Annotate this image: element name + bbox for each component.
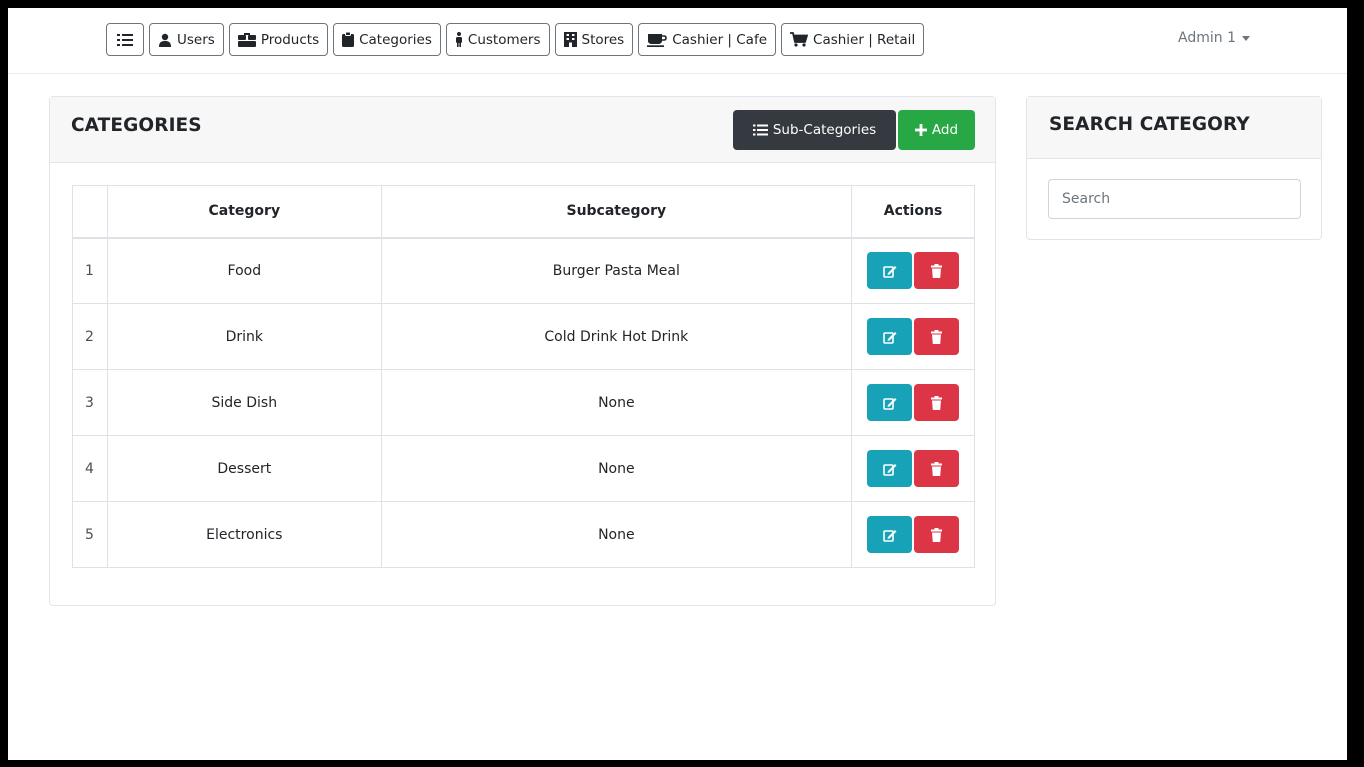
header-actions: Actions — [851, 185, 975, 239]
nav-customers-label: Customers — [467, 31, 541, 48]
admin-label: Admin 1 — [1178, 30, 1236, 46]
row-actions — [851, 435, 975, 502]
sub-categories-button[interactable]: Sub-Categories — [733, 110, 896, 150]
nav-button-group: Users Products Categories Customers Stor… — [106, 23, 925, 56]
nav-users-button[interactable]: Users — [149, 23, 224, 56]
categories-title: CATEGORIES — [71, 115, 202, 136]
box-icon — [237, 32, 256, 47]
row-category: Electronics — [106, 501, 382, 568]
user-icon — [159, 33, 171, 47]
edit-button[interactable] — [867, 450, 913, 487]
nav-categories-label: Categories — [359, 31, 432, 48]
row-actions — [851, 369, 975, 436]
nav-products-button[interactable]: Products — [228, 23, 329, 56]
row-subcategory: None — [380, 435, 853, 502]
row-category: Side Dish — [106, 369, 382, 436]
row-index: 1 — [72, 237, 108, 304]
row-index: 4 — [72, 435, 108, 502]
trash-icon — [931, 329, 943, 344]
cart-icon — [790, 32, 809, 47]
row-action-group — [852, 450, 974, 487]
row-action-group — [852, 384, 974, 421]
clipboard-icon — [342, 32, 355, 47]
table-row: 5 Electronics None — [72, 501, 975, 568]
delete-button[interactable] — [914, 516, 960, 553]
search-category-card: SEARCH CATEGORY — [1026, 96, 1322, 240]
nav-users-label: Users — [177, 31, 215, 48]
nav-cashier-cafe-button[interactable]: Cashier | Cafe — [638, 23, 777, 56]
table-header-row: Category Subcategory Actions — [72, 185, 975, 239]
row-actions — [851, 303, 975, 370]
header-index — [72, 185, 108, 239]
edit-icon — [882, 397, 897, 410]
search-card-header: SEARCH CATEGORY — [1027, 97, 1321, 159]
building-icon — [563, 32, 577, 47]
categories-table: Category Subcategory Actions 1 Food Burger… — [72, 185, 975, 568]
row-subcategory: None — [380, 369, 853, 436]
nav-stores-button[interactable]: Stores — [554, 23, 634, 56]
caret-down-icon — [1241, 35, 1250, 41]
row-category: Food — [106, 237, 382, 304]
plus-icon — [914, 124, 927, 136]
nav-cashier-retail-button[interactable]: Cashier | Retail — [781, 23, 925, 56]
admin-dropdown[interactable]: Admin 1 — [1178, 30, 1250, 46]
edit-icon — [882, 265, 897, 278]
row-actions — [851, 237, 975, 304]
top-navbar: Users Products Categories Customers Stor… — [8, 8, 1347, 74]
table-body: 1 Food Burger Pasta Meal 2 Drink Cold Drink H… — [72, 237, 975, 568]
categories-card-header: CATEGORIES Sub-Categories Add — [50, 97, 995, 163]
trash-icon — [931, 263, 943, 278]
row-action-group — [852, 252, 974, 290]
edit-button[interactable] — [867, 516, 913, 553]
table-row: 1 Food Burger Pasta Meal — [72, 237, 975, 304]
edit-icon — [882, 463, 897, 476]
row-actions — [851, 501, 975, 568]
table-row: 4 Dessert None — [72, 435, 975, 502]
delete-button[interactable] — [914, 318, 960, 355]
nav-cashier-cafe-label: Cashier | Cafe — [672, 31, 768, 48]
row-category: Dessert — [106, 435, 382, 502]
row-subcategory: Burger Pasta Meal — [380, 237, 853, 304]
row-index: 2 — [72, 303, 108, 370]
row-action-group — [852, 516, 974, 553]
search-category-title: SEARCH CATEGORY — [1049, 114, 1250, 135]
add-category-button[interactable]: Add — [898, 110, 975, 150]
edit-button[interactable] — [867, 318, 913, 355]
sub-categories-label: Sub-Categories — [772, 122, 877, 138]
list-icon — [752, 124, 768, 136]
trash-icon — [931, 527, 943, 542]
header-subcategory: Subcategory — [380, 185, 853, 239]
edit-button[interactable] — [867, 384, 913, 421]
person-icon — [455, 32, 462, 47]
search-input[interactable] — [1048, 179, 1301, 219]
delete-button[interactable] — [914, 450, 960, 487]
nav-products-label: Products — [260, 31, 320, 48]
add-label: Add — [931, 122, 959, 138]
row-subcategory: None — [380, 501, 853, 568]
row-subcategory: Cold Drink Hot Drink — [380, 303, 853, 370]
trash-icon — [931, 395, 943, 410]
nav-categories-button[interactable]: Categories — [333, 23, 441, 56]
trash-icon — [931, 461, 943, 476]
row-index: 3 — [72, 369, 108, 436]
table-row: 3 Side Dish None — [72, 369, 975, 436]
nav-cashier-retail-label: Cashier | Retail — [813, 31, 916, 48]
delete-button[interactable] — [914, 252, 960, 290]
row-index: 5 — [72, 501, 108, 568]
menu-toggle-button[interactable] — [106, 23, 144, 56]
delete-button[interactable] — [914, 384, 960, 421]
row-category: Drink — [106, 303, 382, 370]
nav-stores-label: Stores — [581, 31, 625, 48]
table-row: 2 Drink Cold Drink Hot Drink — [72, 303, 975, 370]
list-icon — [117, 33, 133, 46]
nav-customers-button[interactable]: Customers — [445, 23, 550, 56]
edit-icon — [882, 529, 897, 542]
header-category: Category — [106, 185, 382, 239]
app-window: Users Products Categories Customers Stor… — [8, 8, 1347, 760]
edit-icon — [882, 331, 897, 344]
row-action-group — [852, 318, 974, 355]
categories-card: CATEGORIES Sub-Categories Add Category S… — [49, 96, 996, 606]
coffee-cup-icon — [647, 33, 668, 47]
edit-button[interactable] — [867, 252, 913, 290]
